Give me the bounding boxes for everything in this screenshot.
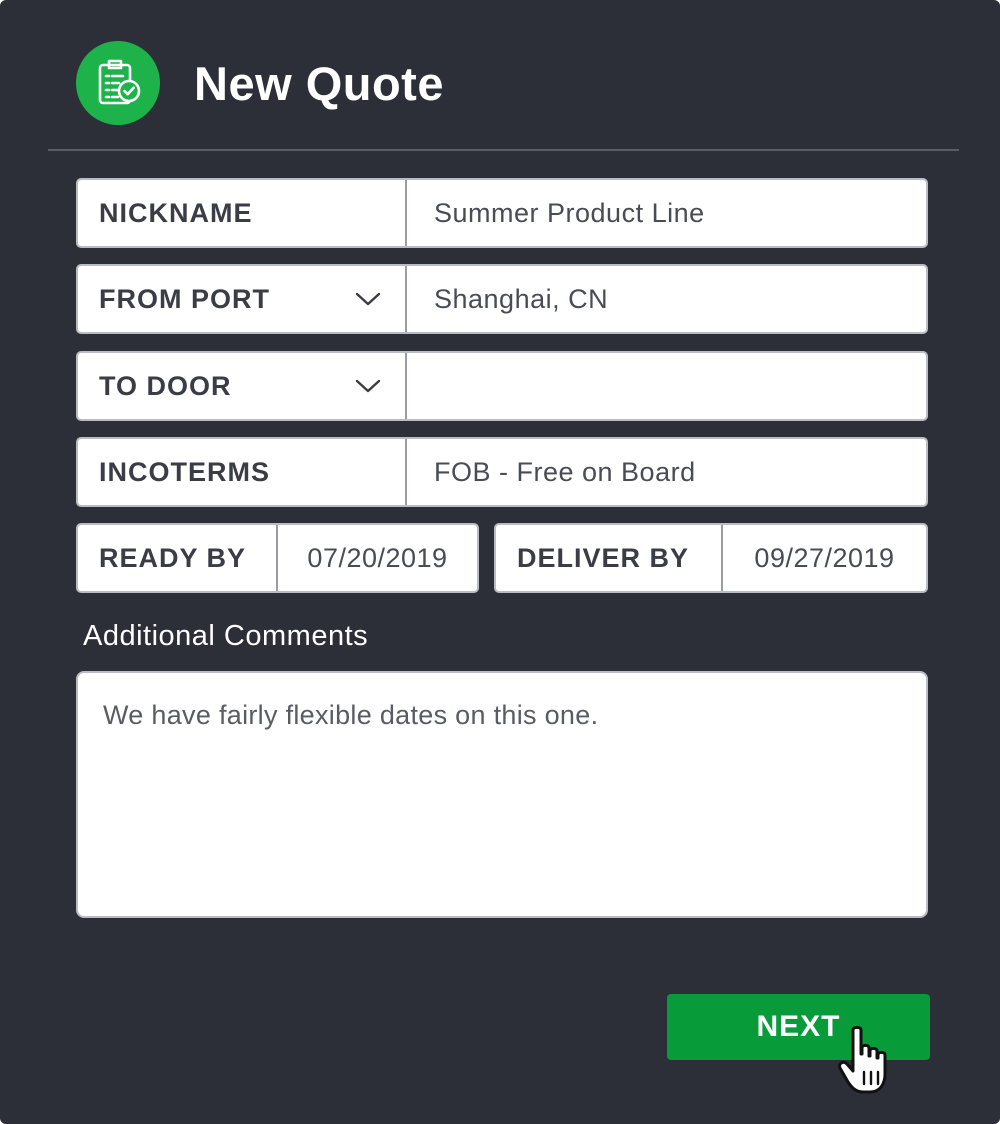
deliver-by-label: DELIVER BY <box>496 525 723 591</box>
chevron-down-icon[interactable] <box>355 378 381 394</box>
to-door-label: TO DOOR <box>99 370 232 401</box>
comments-textarea[interactable]: We have fairly flexible dates on this on… <box>76 671 928 918</box>
clipboard-check-icon <box>76 41 160 125</box>
deliver-by-row: DELIVER BY 09/27/2019 <box>494 523 928 593</box>
chevron-down-icon[interactable] <box>355 291 381 307</box>
header: New Quote <box>76 40 444 126</box>
ready-by-row: READY BY 07/20/2019 <box>76 523 479 593</box>
header-divider <box>48 149 959 151</box>
to-door-row: TO DOOR <box>76 351 928 421</box>
from-port-row: FROM PORT Shanghai, CN <box>76 264 928 334</box>
page-title: New Quote <box>194 56 444 110</box>
deliver-by-date-field[interactable]: 09/27/2019 <box>723 525 926 591</box>
incoterms-label-text: INCOTERMS <box>99 456 270 487</box>
nickname-row: NICKNAME Summer Product Line <box>76 178 928 248</box>
new-quote-panel: New Quote NICKNAME Summer Product Line F… <box>0 0 1000 1124</box>
incoterms-label: INCOTERMS <box>78 439 407 505</box>
comments-label: Additional Comments <box>83 620 369 652</box>
to-door-field[interactable] <box>407 353 926 419</box>
from-port-field[interactable]: Shanghai, CN <box>407 266 926 332</box>
nickname-label-text: NICKNAME <box>99 197 253 228</box>
to-door-selector[interactable]: TO DOOR <box>78 353 407 419</box>
ready-by-date-field[interactable]: 07/20/2019 <box>278 525 477 591</box>
ready-by-label: READY BY <box>78 525 278 591</box>
incoterms-field[interactable]: FOB - Free on Board <box>407 439 926 505</box>
incoterms-row: INCOTERMS FOB - Free on Board <box>76 437 928 507</box>
from-port-label: FROM PORT <box>99 283 270 314</box>
nickname-label: NICKNAME <box>78 180 407 246</box>
from-port-selector[interactable]: FROM PORT <box>78 266 407 332</box>
hand-pointer-icon <box>836 1024 898 1098</box>
nickname-field[interactable]: Summer Product Line <box>407 180 926 246</box>
